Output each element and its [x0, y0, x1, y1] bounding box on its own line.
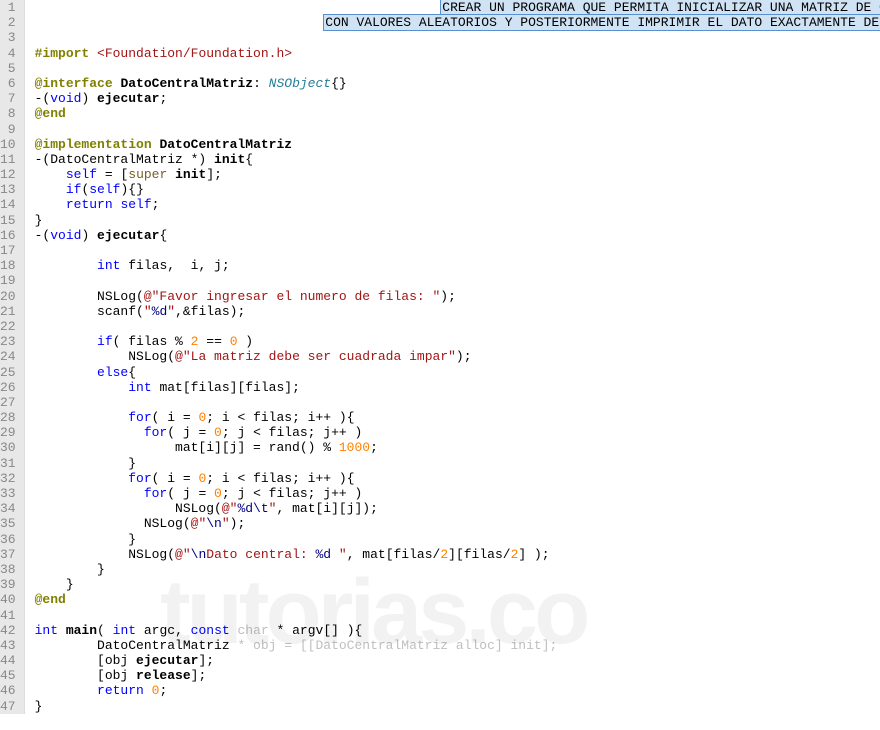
- code-area[interactable]: CREAR UN PROGRAMA QUE PERMITA INICIALIZA…: [25, 0, 880, 714]
- line-number: 3: [0, 30, 16, 45]
- line-number: 29: [0, 425, 16, 440]
- code-line: -(void) ejecutar;: [35, 91, 880, 106]
- code-line: [obj ejecutar];: [35, 653, 880, 668]
- line-number: 40: [0, 592, 16, 607]
- code-line: [35, 122, 880, 137]
- line-number: 28: [0, 410, 16, 425]
- line-number: 7: [0, 91, 16, 106]
- code-line: }: [35, 699, 880, 714]
- code-line: return self;: [35, 197, 880, 212]
- line-number: 44: [0, 653, 16, 668]
- code-line: CON VALORES ALEATORIOS Y POSTERIORMENTE …: [35, 15, 880, 30]
- line-number: 42: [0, 623, 16, 638]
- line-number: 37: [0, 547, 16, 562]
- code-line: @implementation DatoCentralMatriz: [35, 137, 880, 152]
- code-line: for( j = 0; j < filas; j++ ): [35, 425, 880, 440]
- code-line: }: [35, 532, 880, 547]
- code-line: mat[i][j] = rand() % 1000;: [35, 440, 880, 455]
- line-number: 46: [0, 683, 16, 698]
- line-number: 2: [0, 15, 16, 30]
- code-line: NSLog(@"%d\t", mat[i][j]);: [35, 501, 880, 516]
- code-line: [35, 243, 880, 258]
- code-line: [35, 608, 880, 623]
- line-number: 20: [0, 289, 16, 304]
- code-line: for( i = 0; i < filas; i++ ){: [35, 410, 880, 425]
- line-number: 14: [0, 197, 16, 212]
- code-line: NSLog(@"\nDato central: %d ", mat[filas/…: [35, 547, 880, 562]
- line-number: 30: [0, 440, 16, 455]
- code-line: [35, 319, 880, 334]
- line-number-gutter: 1234567891011121314151617181920212223242…: [0, 0, 25, 714]
- line-number: 17: [0, 243, 16, 258]
- code-line: #import <Foundation/Foundation.h>: [35, 46, 880, 61]
- line-number: 15: [0, 213, 16, 228]
- code-line: int mat[filas][filas];: [35, 380, 880, 395]
- line-number: 43: [0, 638, 16, 653]
- line-number: 45: [0, 668, 16, 683]
- line-number: 6: [0, 76, 16, 91]
- line-number: 32: [0, 471, 16, 486]
- code-line: for( j = 0; j < filas; j++ ): [35, 486, 880, 501]
- code-line: [35, 395, 880, 410]
- line-number: 11: [0, 152, 16, 167]
- code-line: @end: [35, 106, 880, 121]
- code-line: [obj release];: [35, 668, 880, 683]
- line-number: 38: [0, 562, 16, 577]
- line-number: 23: [0, 334, 16, 349]
- line-number: 34: [0, 501, 16, 516]
- code-line: }: [35, 577, 880, 592]
- line-number: 36: [0, 532, 16, 547]
- code-line: DatoCentralMatriz * obj = [[DatoCentralM…: [35, 638, 880, 653]
- line-number: 35: [0, 516, 16, 531]
- code-line: int main( int argc, const char * argv[] …: [35, 623, 880, 638]
- code-line: @end: [35, 592, 880, 607]
- code-line: else{: [35, 365, 880, 380]
- code-line: @interface DatoCentralMatriz: NSObject{}: [35, 76, 880, 91]
- line-number: 27: [0, 395, 16, 410]
- line-number: 31: [0, 456, 16, 471]
- code-line: return 0;: [35, 683, 880, 698]
- code-line: }: [35, 562, 880, 577]
- line-number: 18: [0, 258, 16, 273]
- code-line: [35, 273, 880, 288]
- code-line: }: [35, 456, 880, 471]
- line-number: 33: [0, 486, 16, 501]
- code-line: [35, 61, 880, 76]
- line-number: 9: [0, 122, 16, 137]
- line-number: 8: [0, 106, 16, 121]
- code-line: if(self){}: [35, 182, 880, 197]
- code-editor: 1234567891011121314151617181920212223242…: [0, 0, 880, 714]
- line-number: 5: [0, 61, 16, 76]
- line-number: 24: [0, 349, 16, 364]
- code-line: [35, 30, 880, 45]
- code-line: NSLog(@"Favor ingresar el numero de fila…: [35, 289, 880, 304]
- line-number: 12: [0, 167, 16, 182]
- line-number: 21: [0, 304, 16, 319]
- code-line: NSLog(@"La matriz debe ser cuadrada impa…: [35, 349, 880, 364]
- code-line: CREAR UN PROGRAMA QUE PERMITA INICIALIZA…: [35, 0, 880, 15]
- code-line: self = [super init];: [35, 167, 880, 182]
- line-number: 13: [0, 182, 16, 197]
- line-number: 19: [0, 273, 16, 288]
- line-number: 16: [0, 228, 16, 243]
- code-line: if( filas % 2 == 0 ): [35, 334, 880, 349]
- code-line: -(void) ejecutar{: [35, 228, 880, 243]
- line-number: 41: [0, 608, 16, 623]
- line-number: 22: [0, 319, 16, 334]
- line-number: 26: [0, 380, 16, 395]
- line-number: 4: [0, 46, 16, 61]
- code-line: int filas, i, j;: [35, 258, 880, 273]
- line-number: 47: [0, 699, 16, 714]
- code-line: -(DatoCentralMatriz *) init{: [35, 152, 880, 167]
- code-line: for( i = 0; i < filas; i++ ){: [35, 471, 880, 486]
- line-number: 1: [0, 0, 16, 15]
- code-line: }: [35, 213, 880, 228]
- code-line: scanf("%d",&filas);: [35, 304, 880, 319]
- line-number: 25: [0, 365, 16, 380]
- code-line: NSLog(@"\n");: [35, 516, 880, 531]
- line-number: 10: [0, 137, 16, 152]
- line-number: 39: [0, 577, 16, 592]
